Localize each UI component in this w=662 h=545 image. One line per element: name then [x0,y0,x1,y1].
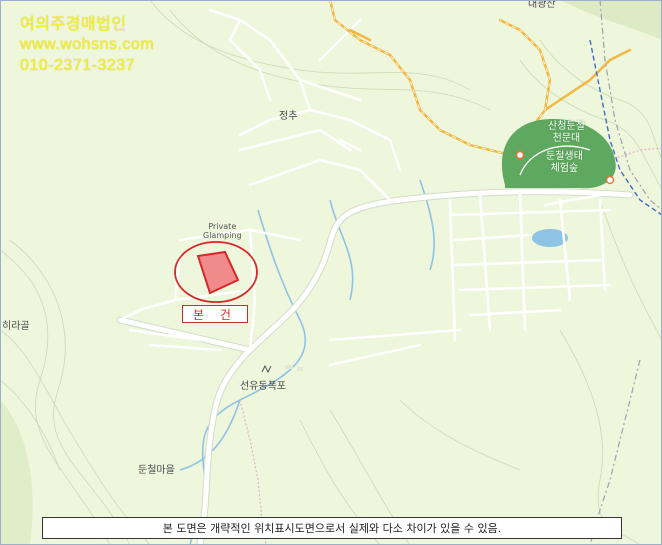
label-private-glamping: Private Glamping [203,222,242,240]
label-top-cut: 대광산 [528,0,556,10]
label-hiragol: 히라골 [2,321,30,332]
label-seonyu-dongpokpo: 선유동폭포 [240,381,286,392]
map-base-layer [0,0,662,545]
label-dunjeol-maeul: 둔철마을 [138,465,175,476]
label-jeongchu: 정추 [279,111,298,122]
watermark-phone: 010-2371-3237 [20,57,136,74]
map-canvas[interactable]: 여의주경매법인 www.wohsns.com 010-2371-3237 대광산… [0,0,662,545]
watermark-company: 여의주경매법인 [20,16,127,33]
label-dunjeol-eco-forest: 둔철생태 체험숲 [546,151,583,174]
subject-label: 본 건 [182,305,248,323]
watermark-website: www.wohsns.com [20,36,155,53]
label-sancheong-observatory: 산청둔철 천문대 [548,121,585,144]
disclaimer-note: 본 도면은 개략적인 위치표시도면으로서 실제와 다소 차이가 있을 수 있음. [42,517,622,539]
